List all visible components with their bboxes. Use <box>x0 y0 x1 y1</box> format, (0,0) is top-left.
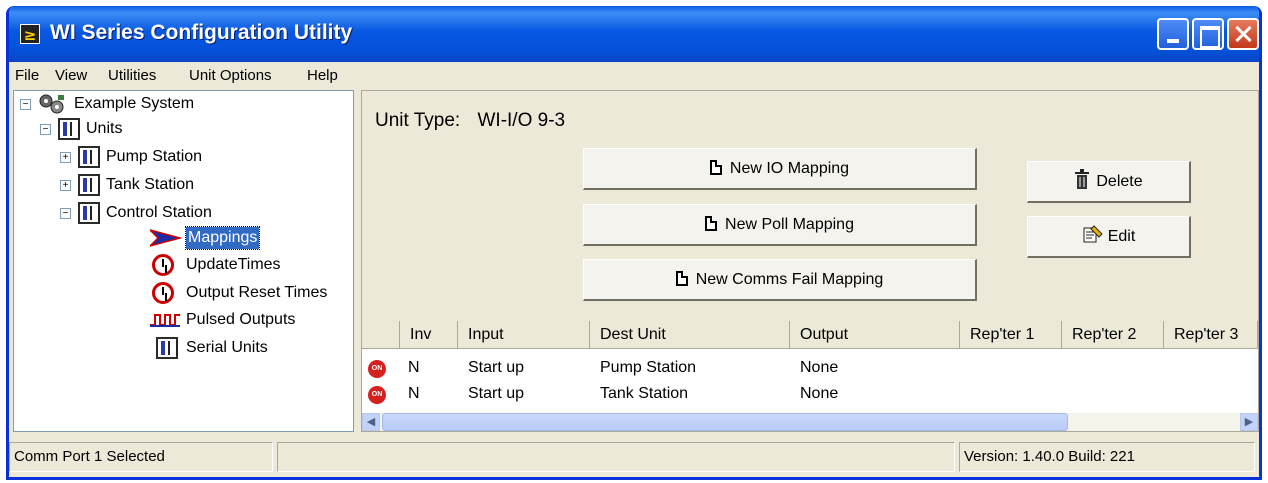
cell-output: None <box>800 385 839 402</box>
on-status-icon: ON <box>368 360 386 378</box>
table-row[interactable]: ON N Start up Tank Station None <box>362 382 1258 408</box>
new-document-icon <box>675 271 688 286</box>
tree-label: Serial Units <box>186 339 268 356</box>
unit-type: Unit Type: WI-I/O 9-3 <box>375 110 565 132</box>
cell-input: Start up <box>468 359 525 376</box>
edit-button[interactable]: Edit <box>1027 216 1191 258</box>
mapping-panel: Unit Type: WI-I/O 9-3 New IO Mapping New… <box>361 90 1259 432</box>
cell-output: None <box>800 359 839 376</box>
minimize-button[interactable] <box>1157 18 1189 50</box>
column-header-repeater-1[interactable]: Rep'ter 1 <box>960 321 1062 349</box>
clock-icon <box>152 254 174 276</box>
menu-bar: File View Utilities Unit Options Help <box>9 62 1259 89</box>
new-comms-fail-mapping-button[interactable]: New Comms Fail Mapping <box>583 259 977 301</box>
status-version: Version: 1.40.0 Build: 221 <box>959 442 1255 472</box>
status-middle <box>277 442 955 472</box>
cell-inv: N <box>408 359 420 376</box>
expand-icon[interactable]: + <box>60 180 71 191</box>
menu-utilities[interactable]: Utilities <box>108 67 156 84</box>
scrollbar-thumb[interactable] <box>382 413 1068 431</box>
button-label: Edit <box>1107 228 1136 245</box>
delete-button[interactable]: Delete <box>1027 161 1191 203</box>
horizontal-scrollbar[interactable]: ◀ ▶ <box>362 413 1258 431</box>
tree-label: Mappings <box>184 226 261 250</box>
pulse-icon <box>150 312 180 328</box>
button-label: New Poll Mapping <box>725 216 854 233</box>
unit-icon <box>78 146 100 168</box>
tree-label: Units <box>86 120 123 137</box>
unit-type-value: WI-I/O 9-3 <box>477 110 566 131</box>
menu-view[interactable]: View <box>55 67 87 84</box>
tree-label: Example System <box>74 95 195 112</box>
status-bar: Comm Port 1 Selected Version: 1.40.0 Bui… <box>9 438 1259 474</box>
column-header-repeater-3[interactable]: Rep'ter 3 <box>1164 321 1258 349</box>
new-io-mapping-button[interactable]: New IO Mapping <box>583 148 977 190</box>
collapse-icon[interactable]: − <box>20 99 31 110</box>
app-window: ≥ WI Series Configuration Utility File V… <box>6 6 1262 480</box>
column-header-dest-unit[interactable]: Dest Unit <box>590 321 790 349</box>
scroll-right-icon[interactable]: ▶ <box>1240 413 1258 431</box>
button-label: New IO Mapping <box>729 160 850 177</box>
window-title: WI Series Configuration Utility <box>50 21 353 44</box>
unit-icon <box>156 337 178 359</box>
app-logo-icon[interactable]: ≥ <box>20 24 40 44</box>
cell-input: Start up <box>468 385 525 402</box>
table-header: Inv Input Dest Unit Output Rep'ter 1 Rep… <box>362 321 1258 349</box>
unit-icon <box>78 174 100 196</box>
trash-icon <box>1074 165 1090 205</box>
column-header-repeater-2[interactable]: Rep'ter 2 <box>1062 321 1164 349</box>
unit-type-label: Unit Type: <box>375 110 461 131</box>
menu-help[interactable]: Help <box>307 67 338 84</box>
new-document-icon <box>709 160 722 175</box>
column-header-icon[interactable] <box>362 321 400 349</box>
arrow-icon <box>147 228 183 248</box>
unit-icon <box>78 202 100 224</box>
new-document-icon <box>705 216 718 231</box>
tree-label: Output Reset Times <box>186 284 328 301</box>
on-status-icon: ON <box>368 386 386 404</box>
collapse-icon[interactable]: − <box>40 124 51 135</box>
cell-dest-unit: Tank Station <box>600 385 689 402</box>
cell-dest-unit: Pump Station <box>600 359 697 376</box>
menu-file[interactable]: File <box>15 67 39 84</box>
clock-icon <box>152 282 174 304</box>
expand-icon[interactable]: + <box>60 152 71 163</box>
system-tree[interactable]: − Example System − Units + Pump Station … <box>13 90 354 432</box>
title-bar[interactable]: ≥ WI Series Configuration Utility <box>9 6 1259 62</box>
button-label: Delete <box>1096 173 1143 190</box>
column-header-inv[interactable]: Inv <box>400 321 458 349</box>
edit-icon <box>1082 220 1104 260</box>
table-row[interactable]: ON N Start up Pump Station None <box>362 356 1258 382</box>
menu-unit-options[interactable]: Unit Options <box>189 67 272 84</box>
button-label: New Comms Fail Mapping <box>695 271 884 288</box>
tree-label: Pump Station <box>106 148 203 165</box>
tree-label: Control Station <box>106 204 212 221</box>
collapse-icon[interactable]: − <box>60 208 71 219</box>
unit-icon <box>58 118 80 140</box>
scroll-left-icon[interactable]: ◀ <box>362 413 380 431</box>
tree-label: Pulsed Outputs <box>186 311 296 328</box>
column-header-input[interactable]: Input <box>458 321 590 349</box>
tree-label: UpdateTimes <box>186 256 281 273</box>
new-poll-mapping-button[interactable]: New Poll Mapping <box>583 204 977 246</box>
mappings-table[interactable]: Inv Input Dest Unit Output Rep'ter 1 Rep… <box>362 321 1258 431</box>
column-header-output[interactable]: Output <box>790 321 960 349</box>
cell-inv: N <box>408 385 420 402</box>
status-port: Comm Port 1 Selected <box>9 442 273 472</box>
close-button[interactable] <box>1227 18 1259 50</box>
tree-label: Tank Station <box>106 176 195 193</box>
system-gears-icon <box>38 93 66 115</box>
maximize-button[interactable] <box>1192 18 1224 50</box>
